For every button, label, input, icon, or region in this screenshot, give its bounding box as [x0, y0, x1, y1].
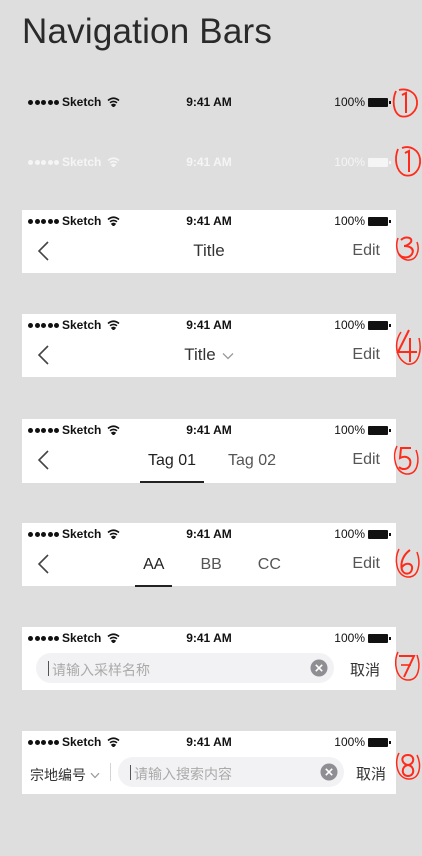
signal-dots-icon	[28, 322, 59, 328]
carrier-name: Sketch	[62, 155, 102, 169]
wifi-icon	[107, 157, 120, 167]
field-dropdown[interactable]: 宗地编号	[30, 765, 100, 785]
battery-percent: 100%	[334, 631, 365, 645]
search-bar: Sketch 9:41 AM 100% 请输入采样名称 取消	[22, 627, 396, 690]
chevron-down-icon	[222, 352, 234, 359]
nav-bar-title: Sketch 9:41 AM 100% Title Edit	[22, 210, 396, 273]
page-title: Navigation Bars	[22, 12, 273, 51]
wifi-icon	[107, 97, 120, 107]
carrier-name: Sketch	[62, 95, 102, 109]
text-caret	[48, 661, 49, 676]
battery-percent: 100%	[334, 318, 365, 332]
battery-percent: 100%	[334, 527, 365, 541]
tab-tag-02[interactable]: Tag 02	[228, 439, 276, 483]
battery-percent: 100%	[334, 214, 365, 228]
battery-percent: 100%	[334, 155, 365, 169]
nav-bar-title-dropdown: Sketch 9:41 AM 100% Title Edit	[22, 314, 396, 377]
signal-dots-icon	[28, 739, 59, 745]
battery-icon	[368, 529, 391, 539]
annotation-4	[395, 329, 421, 365]
divider	[110, 763, 111, 781]
text-caret	[130, 765, 131, 780]
wifi-icon	[107, 529, 120, 539]
status-bar-dark: Sketch 9:41 AM 100%	[22, 91, 396, 111]
signal-dots-icon	[28, 159, 59, 165]
search-bar-with-field: Sketch 9:41 AM 100% 宗地编号 请输入搜索内容 取消	[22, 731, 396, 794]
edit-button[interactable]: Edit	[352, 555, 380, 573]
wifi-icon	[107, 425, 120, 435]
battery-icon	[368, 737, 391, 747]
cancel-button[interactable]: 取消	[350, 659, 380, 680]
annotation-2a	[395, 146, 421, 177]
carrier-name: Sketch	[62, 423, 102, 437]
battery-icon	[368, 157, 391, 167]
clear-icon[interactable]	[310, 659, 328, 677]
wifi-icon	[107, 737, 120, 747]
edit-button[interactable]: Edit	[352, 242, 380, 260]
edit-button[interactable]: Edit	[352, 346, 380, 364]
tab-bb[interactable]: BB	[200, 543, 221, 587]
battery-icon	[368, 633, 391, 643]
search-input[interactable]: 请输入采样名称	[36, 653, 334, 683]
signal-dots-icon	[28, 635, 59, 641]
tab-cc[interactable]: CC	[258, 543, 281, 587]
wifi-icon	[107, 633, 120, 643]
battery-icon	[368, 425, 391, 435]
chevron-down-icon	[90, 772, 100, 778]
search-placeholder: 请输入采样名称	[52, 662, 150, 678]
battery-icon	[368, 216, 391, 226]
clear-icon[interactable]	[320, 763, 338, 781]
annotation-3	[395, 236, 419, 261]
carrier-name: Sketch	[62, 318, 102, 332]
wifi-icon	[107, 320, 120, 330]
annotation-5	[394, 445, 419, 475]
search-placeholder: 请输入搜索内容	[134, 766, 232, 782]
battery-icon	[368, 97, 391, 107]
nav-bar-two-tabs: Sketch 9:41 AM 100% Tag 01 Tag 02 Edit	[22, 419, 396, 483]
carrier-name: Sketch	[62, 527, 102, 541]
battery-percent: 100%	[334, 423, 365, 437]
battery-percent: 100%	[334, 735, 365, 749]
annotation-6	[395, 548, 420, 578]
wifi-icon	[107, 216, 120, 226]
signal-dots-icon	[28, 218, 59, 224]
carrier-name: Sketch	[62, 214, 102, 228]
nav-title-label: Title	[184, 345, 216, 364]
annotation-1	[392, 88, 418, 118]
signal-dots-icon	[28, 99, 59, 105]
search-input[interactable]: 请输入搜索内容	[118, 757, 344, 787]
signal-dots-icon	[28, 427, 59, 433]
battery-icon	[368, 320, 391, 330]
field-label: 宗地编号	[30, 767, 86, 783]
cancel-button[interactable]: 取消	[356, 763, 386, 784]
status-bar-light: Sketch 9:41 AM 100%	[22, 151, 396, 171]
battery-percent: 100%	[334, 95, 365, 109]
nav-title-dropdown[interactable]: Title	[22, 345, 396, 365]
nav-bar-three-tabs: Sketch 9:41 AM 100% AA BB CC Edit	[22, 523, 396, 587]
edit-button[interactable]: Edit	[352, 451, 380, 469]
tab-tag-01[interactable]: Tag 01	[139, 439, 205, 483]
nav-title: Title	[193, 241, 225, 260]
annotation-8	[396, 752, 421, 780]
tab-aa[interactable]: AA	[134, 543, 173, 587]
carrier-name: Sketch	[62, 631, 102, 645]
carrier-name: Sketch	[62, 735, 102, 749]
annotation-7	[395, 651, 420, 681]
signal-dots-icon	[28, 531, 59, 537]
